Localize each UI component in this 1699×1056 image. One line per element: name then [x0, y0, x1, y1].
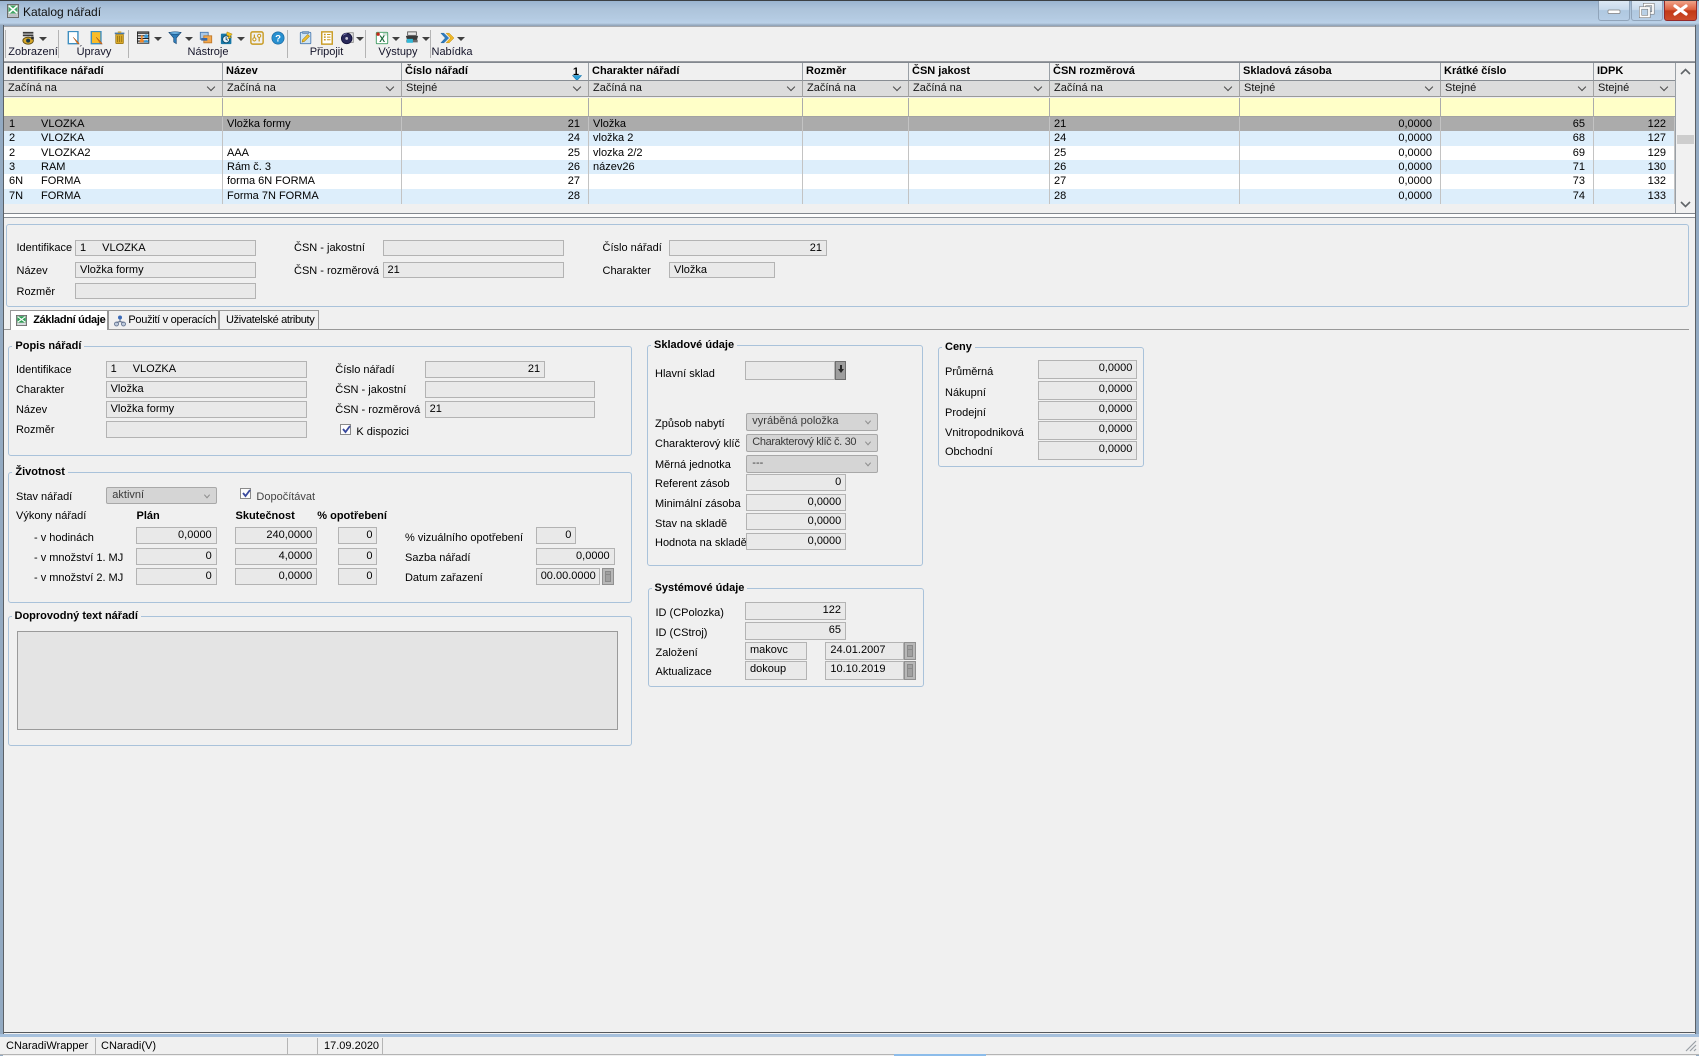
svg-text:X: X	[379, 34, 385, 44]
svg-text:?: ?	[275, 34, 281, 45]
